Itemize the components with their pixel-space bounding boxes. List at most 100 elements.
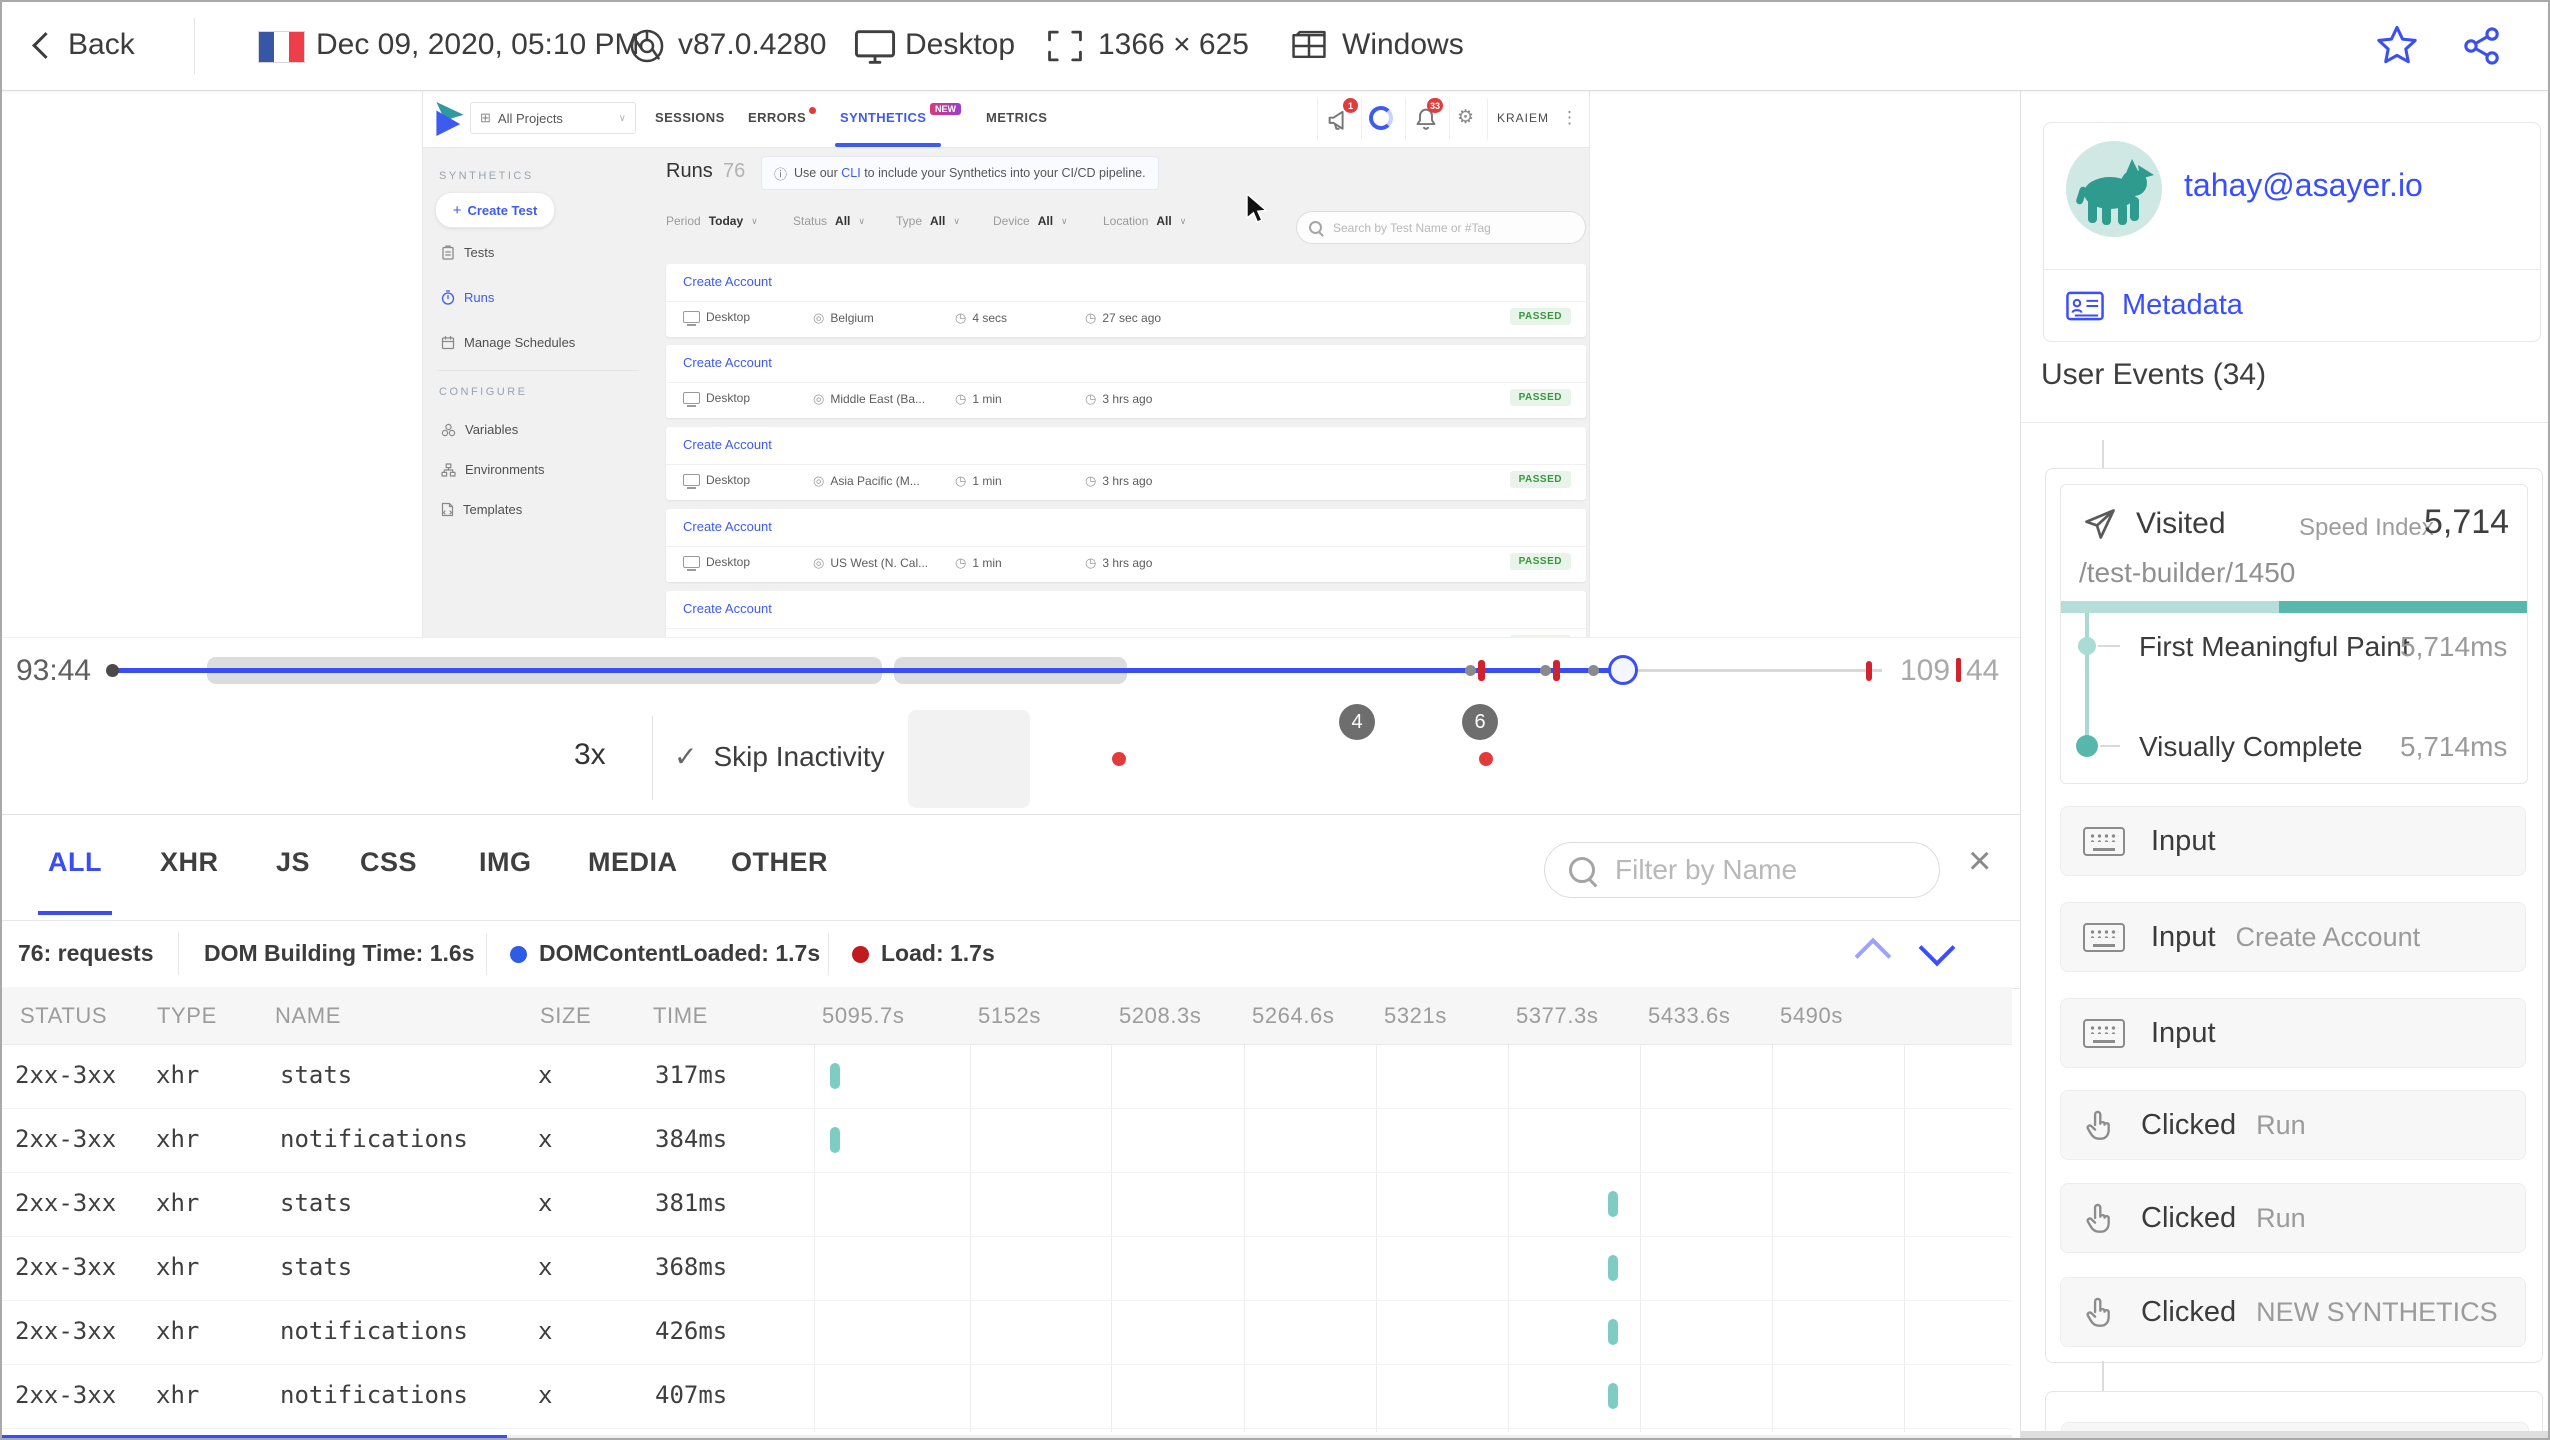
event-marker[interactable] bbox=[1588, 665, 1599, 676]
network-row[interactable]: 2xx-3xx xhr notifications x 407ms bbox=[2, 1364, 2012, 1429]
share-icon[interactable] bbox=[2460, 24, 2504, 68]
kebab-menu-icon[interactable]: ⋮ bbox=[1561, 108, 1578, 128]
jump-previous-button[interactable] bbox=[1854, 937, 1892, 975]
filter-location[interactable]: Location All ∨ bbox=[1103, 214, 1186, 228]
run-card[interactable]: Create Account Desktop ◎ Belgium ◷ 4 secs … bbox=[666, 264, 1586, 337]
app-tab-errors[interactable]: ERRORS bbox=[748, 110, 806, 125]
windows-os-icon bbox=[1292, 30, 1326, 59]
event-marker[interactable] bbox=[1540, 665, 1551, 676]
filter-type[interactable]: Type All ∨ bbox=[896, 214, 960, 228]
favorite-star-icon[interactable] bbox=[2374, 24, 2420, 68]
settings-gear-icon[interactable]: ⚙ bbox=[1457, 106, 1474, 129]
issue-marker[interactable] bbox=[1478, 660, 1485, 681]
col-status: STATUS bbox=[20, 1003, 108, 1028]
metric-value: 5,714ms bbox=[2400, 631, 2508, 662]
environments-icon bbox=[441, 462, 456, 477]
active-tab-underline bbox=[835, 143, 941, 147]
run-card-title[interactable]: Create Account bbox=[683, 274, 772, 289]
active-tool-highlight bbox=[908, 710, 1030, 808]
speed-toggle[interactable]: 3x bbox=[574, 738, 606, 772]
templates-icon bbox=[441, 502, 454, 517]
app-sidebar-item-templates[interactable]: Templates bbox=[441, 502, 522, 517]
filter-device[interactable]: Device All ∨ bbox=[993, 214, 1068, 228]
cli-info-banner: ⓘ Use our CLI to include your Synthetics… bbox=[761, 156, 1159, 190]
device-icon bbox=[683, 311, 700, 326]
speed-index-value: 5,714 bbox=[2424, 503, 2510, 541]
new-badge: NEW bbox=[930, 103, 961, 115]
user-event-input[interactable]: Input bbox=[2060, 806, 2526, 876]
run-card-title[interactable]: Create Account bbox=[683, 519, 772, 534]
app-sidebar-item-runs[interactable]: Runs bbox=[441, 290, 494, 305]
run-card[interactable]: Create Account Desktop ◎ Middle East (Ba.… bbox=[666, 345, 1586, 418]
user-event-input[interactable]: Input Create Account bbox=[2060, 902, 2526, 972]
run-card[interactable]: Create Account Desktop ◎ US West (N. Cal.… bbox=[666, 509, 1586, 582]
run-card[interactable]: Create Account Desktop ◎ Asia Pacific (M.… bbox=[666, 427, 1586, 500]
cli-link[interactable]: CLI bbox=[841, 166, 860, 180]
test-search-input[interactable] bbox=[1296, 211, 1586, 244]
run-card-title[interactable]: Create Account bbox=[683, 437, 772, 452]
user-email[interactable]: tahay@asayer.io bbox=[2184, 167, 2423, 204]
network-row[interactable]: 2xx-3xx xhr stats x 368ms bbox=[2, 1236, 2012, 1301]
network-row[interactable]: 2xx-3xx xhr notifications x 384ms bbox=[2, 1108, 2012, 1173]
status-badge: PASSED bbox=[1509, 389, 1571, 406]
user-events-title: User Events (34) bbox=[2041, 358, 2267, 391]
app-tab-sessions[interactable]: SESSIONS bbox=[655, 110, 725, 125]
filter-period[interactable]: Period Today ∨ bbox=[666, 214, 758, 228]
timeline-progress[interactable] bbox=[112, 668, 1624, 673]
app-sidebar-item-tests[interactable]: Tests bbox=[441, 245, 494, 260]
user-event-clicked[interactable]: Clicked NEW SYNTHETICS bbox=[2060, 1277, 2526, 1347]
network-tab-other[interactable]: OTHER bbox=[731, 847, 828, 878]
create-test-button[interactable]: + Create Test bbox=[435, 192, 555, 228]
speed-index-label: Speed Index bbox=[2299, 514, 2434, 541]
app-tab-metrics[interactable]: METRICS bbox=[986, 110, 1047, 125]
network-filter-field[interactable] bbox=[1613, 853, 1907, 887]
user-event-clicked[interactable]: Clicked Run bbox=[2060, 1090, 2526, 1160]
event-marker[interactable] bbox=[1465, 665, 1476, 676]
status-badge: PASSED bbox=[1509, 308, 1571, 325]
user-event-clicked[interactable]: Clicked Run bbox=[2060, 1183, 2526, 1253]
network-row[interactable]: 2xx-3xx xhr notifications x 426ms bbox=[2, 1300, 2012, 1365]
event-connector bbox=[2102, 440, 2104, 468]
chevron-left-icon bbox=[32, 32, 59, 59]
close-panel-button[interactable]: × bbox=[1968, 839, 1991, 884]
network-tab-xhr[interactable]: XHR bbox=[160, 847, 219, 878]
network-tab-all[interactable]: ALL bbox=[48, 847, 102, 878]
issue-marker[interactable] bbox=[1866, 661, 1872, 681]
network-row[interactable]: 2xx-3xx xhr stats x 317ms bbox=[2, 1044, 2012, 1109]
app-tab-synthetics[interactable]: SYNTHETICS bbox=[840, 110, 926, 125]
end-time-seconds: 44 bbox=[1966, 654, 2000, 687]
sidebar-scrollbar[interactable] bbox=[2021, 1431, 2548, 1438]
metric-dot bbox=[2076, 735, 2098, 757]
metadata-button[interactable]: Metadata bbox=[2066, 289, 2243, 322]
horizontal-scrollbar-thumb[interactable] bbox=[2, 1435, 507, 1438]
announcements-badge: 1 bbox=[1343, 98, 1358, 113]
timeline-scrubber[interactable] bbox=[1608, 655, 1638, 685]
test-search-field[interactable] bbox=[1331, 219, 1565, 236]
waterfall-bar bbox=[830, 1063, 840, 1089]
network-tab-js[interactable]: JS bbox=[276, 847, 310, 878]
app-sidebar-item-environments[interactable]: Environments bbox=[441, 462, 544, 477]
project-selector[interactable]: ⊞ All Projects ∨ bbox=[470, 102, 636, 134]
filter-status[interactable]: Status All ∨ bbox=[793, 214, 865, 228]
network-tab-img[interactable]: IMG bbox=[479, 847, 532, 878]
jump-next-button[interactable] bbox=[1918, 929, 1956, 967]
issue-marker[interactable] bbox=[1553, 660, 1560, 681]
run-card-title[interactable]: Create Account bbox=[683, 601, 772, 616]
app-sidebar-item-manage-schedules[interactable]: Manage Schedules bbox=[441, 335, 575, 350]
visited-event-card[interactable]: Visited Speed Index 5,714 /test-builder/… bbox=[2060, 484, 2528, 784]
back-label[interactable]: Back bbox=[68, 28, 135, 62]
user-event-input[interactable]: Input bbox=[2060, 998, 2526, 1068]
app-user-name[interactable]: KRAIEM bbox=[1497, 111, 1549, 125]
network-tab-css[interactable]: CSS bbox=[360, 847, 417, 878]
network-tab-media[interactable]: MEDIA bbox=[588, 847, 678, 878]
issue-marker bbox=[1956, 658, 1961, 682]
app-sidebar-item-variables[interactable]: Variables bbox=[441, 422, 518, 437]
run-card[interactable]: Create Account Desktop PASSED bbox=[666, 591, 1586, 637]
back-button[interactable] bbox=[32, 32, 59, 60]
skip-inactivity-toggle[interactable]: ✓ Skip Inactivity bbox=[674, 740, 885, 773]
network-row[interactable]: 2xx-3xx xhr stats x 381ms bbox=[2, 1172, 2012, 1237]
col-name: NAME bbox=[275, 1003, 341, 1028]
network-panel: ALL XHR JS CSS IMG MEDIA OTHER × 76: req… bbox=[2, 815, 2020, 1438]
run-card-title[interactable]: Create Account bbox=[683, 355, 772, 370]
network-filter-input[interactable] bbox=[1544, 842, 1940, 898]
